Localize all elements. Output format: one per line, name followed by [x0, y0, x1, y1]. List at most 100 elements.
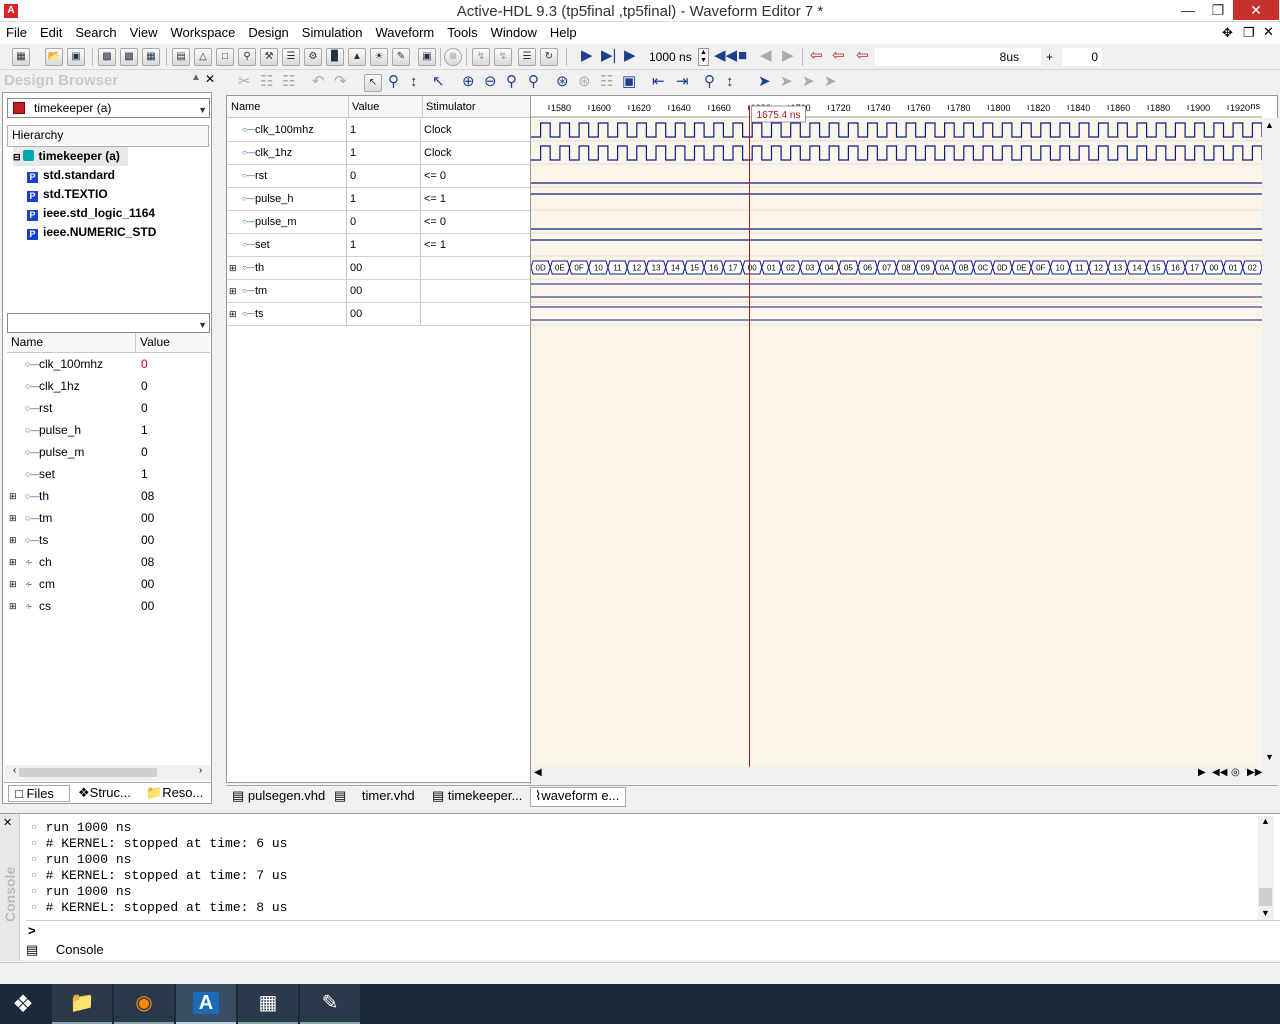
restore-icon[interactable]: ❐ [1200, 0, 1236, 20]
stop-all-icon[interactable]: ⊗ [444, 48, 462, 66]
signal-row[interactable]: ○— pulse_h 1 [7, 419, 210, 441]
select-region-icon[interactable]: ↖ [432, 73, 445, 91]
find-icon[interactable]: ⚲ [238, 48, 256, 66]
zoom-out-icon[interactable]: ⊖ [484, 73, 497, 91]
restore-doc-icon[interactable]: ❐ [1243, 25, 1255, 41]
step-back-icon[interactable]: ◀ [760, 47, 772, 65]
chart-icon[interactable]: ▉ [326, 48, 344, 66]
stack-icon[interactable]: ☰ [518, 48, 536, 66]
run-icon[interactable]: ▶ [581, 47, 593, 65]
windows-start-icon[interactable]: ❖ [8, 990, 38, 1020]
stimulator-column-header[interactable]: Stimulator [422, 96, 476, 118]
page-forward-icon[interactable]: ▶▶ [1247, 767, 1262, 778]
hierarchy-item[interactable]: ⊟ timekeeper (a) [13, 147, 128, 166]
close-doc-icon[interactable]: ✕ [1263, 24, 1274, 40]
tab-timekeeper[interactable]: ▤ timekeeper... [432, 788, 522, 804]
cursor-delete-icon[interactable]: ➤ [824, 73, 837, 91]
zoom-range-icon[interactable]: ⚲ [528, 73, 539, 91]
expand-icon[interactable]: ⊞ [9, 507, 17, 529]
new-design-icon[interactable]: ▦ [12, 48, 30, 66]
menu-tools[interactable]: Tools [441, 22, 484, 40]
compare-icon[interactable]: ▣ [622, 73, 636, 91]
menu-view[interactable]: View [124, 22, 165, 40]
tab-structure[interactable]: ❖Struc... [74, 785, 140, 801]
properties-icon[interactable]: ✎ [392, 48, 410, 66]
signal-row[interactable]: ○— set 1 [7, 463, 210, 485]
cut-icon[interactable]: ✂ [238, 73, 251, 91]
process-icon[interactable]: ⚙ [304, 48, 322, 66]
network-icon[interactable]: ▲ [348, 48, 366, 66]
menu-workspace[interactable]: Workspace [165, 22, 243, 40]
active-hdl-taskbar-icon[interactable]: A [176, 984, 236, 1024]
library-manager-icon[interactable]: ▤ [172, 48, 190, 66]
signal-row[interactable]: ⊞ ∻ cs 00 [7, 595, 210, 617]
tab-console[interactable]: ▤ Console [26, 940, 126, 960]
file-explorer-icon[interactable]: 📁 [52, 984, 112, 1024]
trace-over-icon[interactable]: ↯ [494, 48, 512, 66]
waveform-row[interactable]: ○— pulse_h 1 <= 1 [227, 188, 530, 211]
expand-icon[interactable]: ⊞ [9, 573, 17, 595]
close-icon[interactable]: ✕ [1233, 0, 1279, 20]
previous-edge-icon[interactable]: ⇤ [652, 73, 665, 91]
zoom-fit-icon[interactable]: ⚲ [506, 73, 517, 91]
name-column-header[interactable]: Name [11, 335, 43, 349]
name-column-header[interactable]: Name [231, 96, 260, 118]
notes-icon[interactable]: ✎ [300, 984, 360, 1024]
step-forward-icon[interactable]: ▶ [782, 47, 794, 65]
scroll-thumb[interactable] [19, 768, 157, 777]
zoom-reset-icon[interactable]: ◎ [1231, 767, 1240, 778]
idea-icon[interactable]: ☀ [370, 48, 388, 66]
cursor-next-icon[interactable]: ➤ [780, 73, 793, 91]
time-offset-field[interactable]: 0 [1062, 48, 1102, 66]
compile-all-icon[interactable]: ▩ [120, 48, 138, 66]
menu-edit[interactable]: Edit [34, 22, 69, 40]
compile-icon[interactable]: ▩ [98, 48, 116, 66]
tree-icon[interactable]: ☰ [282, 48, 300, 66]
hierarchy-header[interactable]: Hierarchy [7, 125, 209, 147]
expand-icon[interactable]: ⊞ [9, 485, 17, 507]
menu-simulation[interactable]: Simulation [296, 22, 370, 40]
menu-design[interactable]: Design [242, 22, 295, 40]
console-scrollbar[interactable]: ▲ ▼ [1258, 816, 1274, 921]
grid-icon[interactable]: ▦ [142, 48, 160, 66]
hierarchy-item[interactable]: Pstd.TEXTIO [27, 185, 108, 204]
signal-row[interactable]: ⊞ ○— ts 00 [7, 529, 210, 551]
scroll-end-icon[interactable]: ▶ [1198, 767, 1206, 778]
signal-row[interactable]: ○— clk_100mhz 0 [7, 353, 210, 375]
hierarchy-item[interactable]: Pstd.standard [27, 166, 115, 185]
paste-icon[interactable]: ☷ [282, 73, 295, 91]
console-input[interactable]: > [26, 920, 1280, 940]
menu-window[interactable]: Window [485, 22, 544, 40]
open-icon[interactable]: 📂 [45, 48, 63, 66]
horizontal-scrollbar[interactable]: ‹ › [5, 765, 211, 781]
redo-icon[interactable]: ↷ [334, 73, 347, 91]
debug-icon[interactable]: ⚒ [260, 48, 278, 66]
add-signal-icon[interactable]: ⊛ [556, 73, 569, 91]
signal-row[interactable]: ⊞ ∻ cm 00 [7, 573, 210, 595]
zoom-mode-icon[interactable]: ⚲ [388, 73, 399, 91]
run-time-spinner[interactable]: ▲ ▼ [698, 48, 709, 66]
tab-waveform[interactable]: ⌇waveform e... [530, 787, 627, 807]
time-scrollbar[interactable]: ◀ ▶ ◀◀ ◎ ▶▶ [531, 767, 1278, 783]
breakpoint-clear-icon[interactable]: ⇦ [832, 47, 845, 65]
expand-icon[interactable]: ⊞ [9, 595, 17, 617]
pin-icon[interactable]: ▲ [191, 72, 201, 83]
signal-row[interactable]: ○— pulse_m 0 [7, 441, 210, 463]
tab-pulsegen[interactable]: ▤ pulsegen.vhd [232, 788, 325, 804]
signal-row[interactable]: ○— rst 0 [7, 397, 210, 419]
waveform-canvas[interactable]: 1580160016201640166016801700172017401760… [531, 96, 1262, 767]
waveform-row[interactable]: ⊞ ○— tm 00 [227, 280, 530, 303]
signal-row[interactable]: ○— clk_1hz 0 [7, 375, 210, 397]
hierarchy-item[interactable]: Pieee.NUMERIC_STD [27, 223, 156, 242]
copy-icon[interactable]: ☷ [260, 73, 273, 91]
signal-list-icon[interactable]: ☷ [600, 73, 613, 91]
scope-combo[interactable]: ▼ [7, 313, 210, 333]
value-column-header[interactable]: Value [135, 333, 170, 352]
tab-files[interactable]: □ Files [8, 785, 70, 802]
hierarchy-item[interactable]: Pieee.std_logic_1164 [27, 204, 155, 223]
measure-icon[interactable]: ↕ [410, 73, 418, 91]
menu-search[interactable]: Search [69, 22, 123, 40]
stimulator-icon[interactable]: ⊛ [578, 73, 591, 91]
window-icon[interactable]: □ [216, 48, 234, 66]
menu-file[interactable]: File [0, 22, 34, 40]
